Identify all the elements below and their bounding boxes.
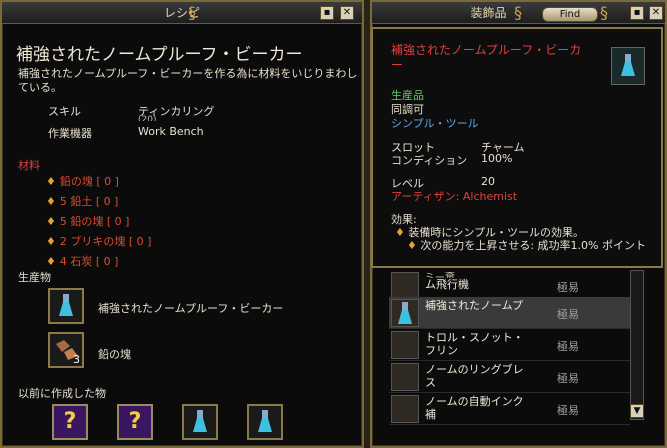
list-item[interactable]: ノームのリングブレス 極易 — [389, 361, 630, 393]
list-item[interactable]: ノームの自動インク補 極易 — [389, 393, 630, 425]
product-slot-lead[interactable]: 3 — [48, 332, 84, 368]
recipe-description: 補強されたノームプルーフ・ビーカーを作る為に材料をいじりまわしている。 — [18, 67, 358, 94]
material-item: ♦ 2 ブリキの塊 [ 0 ] — [46, 235, 152, 248]
bullet-icon: ♦ — [46, 215, 56, 228]
materials-header: 材料 — [18, 159, 40, 172]
ring-bracelet-icon — [391, 363, 419, 391]
product-name: 鉛の塊 — [98, 348, 131, 361]
skill-label: スキル — [48, 105, 81, 118]
close-button[interactable]: ✕ — [340, 6, 354, 20]
ink-device-icon — [391, 395, 419, 423]
minimize-button[interactable]: ▪ — [320, 6, 334, 20]
product-name: 補強されたノームプルーフ・ビーカー — [98, 302, 284, 315]
difficulty: 極易 — [557, 404, 579, 417]
difficulty: 極易 — [557, 340, 579, 353]
workbench-value: Work Bench — [138, 125, 204, 138]
item-tooltip: 補強されたノームプルーフ・ビーカー 生産品 同調可 シンプル・ツール スロット … — [371, 27, 663, 268]
recipe-item-name: 補強されたノームプルーフ・ビーカー — [16, 45, 303, 65]
products-header: 生産物 — [18, 271, 51, 284]
skill-level: (20) — [138, 115, 157, 121]
condition-label: コンディション — [391, 154, 468, 167]
material-item: ♦ 4 石炭 [ 0 ] — [46, 255, 119, 268]
tooltip-item-icon — [611, 47, 645, 85]
question-icon: ? — [128, 409, 142, 434]
material-item: ♦ 5 鉛土 [ 0 ] — [46, 195, 119, 208]
tag-type: シンプル・ツール — [391, 117, 479, 130]
bullet-icon: ♦ — [46, 235, 56, 248]
minimize-button[interactable]: ▪ — [630, 6, 644, 20]
list-item[interactable]: トロル・スノット・フリン 極易 — [389, 329, 630, 361]
difficulty: 極易 — [557, 372, 579, 385]
previous-slot[interactable] — [182, 404, 218, 440]
difficulty: 極易 — [557, 308, 579, 321]
snot-flinger-icon — [391, 331, 419, 359]
bullet-icon: ♦ — [407, 239, 421, 252]
bullet-icon: ♦ — [46, 255, 56, 268]
material-item: ♦ 鉛の塊 [ 0 ] — [46, 175, 119, 188]
artisan-row: アーティザン: Alchemist — [391, 190, 518, 203]
list-item[interactable]: 補強されたノームプ 極易 — [389, 297, 630, 329]
find-button[interactable]: Find — [542, 7, 598, 22]
tooltip-item-name: 補強されたノームプルーフ・ビーカー — [391, 43, 582, 72]
ornament-swirl-icon: § — [514, 3, 522, 22]
previous-header: 以前に作成した物 — [18, 387, 106, 400]
question-icon: ? — [63, 409, 77, 434]
effect-line: ♦ 次の能力を上昇させる: 成功率1.0% ポイント — [407, 239, 647, 252]
previous-slot[interactable]: ? — [117, 404, 153, 440]
product-slot-beaker[interactable] — [48, 288, 84, 324]
level-value: 20 — [481, 175, 495, 188]
product-count: 3 — [73, 353, 80, 366]
items-window-title: 装飾品 — [470, 6, 507, 20]
beaker-icon — [193, 410, 207, 432]
material-item: ♦ 5 鉛の塊 [ 0 ] — [46, 215, 130, 228]
list-scrollbar[interactable] — [630, 270, 644, 420]
bullet-icon: ♦ — [46, 195, 56, 208]
recipe-titlebar[interactable]: レシピ — [2, 2, 362, 24]
ornament-swirl-icon: § — [600, 3, 608, 22]
condition-value: 100% — [481, 152, 513, 165]
recipe-window: レシピ § ▪ ✕ 補強されたノームプルーフ・ビーカー 補強されたノームプルーフ… — [0, 0, 364, 448]
previous-slot[interactable] — [247, 404, 283, 440]
ornament-swirl-icon: § — [188, 3, 196, 22]
workbench-label: 作業機器 — [48, 127, 92, 140]
beaker-icon — [391, 299, 419, 327]
beaker-icon — [258, 410, 272, 432]
close-button[interactable]: ✕ — [649, 6, 663, 20]
beaker-icon — [59, 294, 73, 316]
previous-slot[interactable]: ? — [52, 404, 88, 440]
scroll-down-button[interactable]: ▼ — [630, 404, 644, 418]
beaker-icon — [621, 54, 635, 76]
bullet-icon: ♦ — [46, 175, 56, 188]
plane-icon — [391, 272, 419, 300]
difficulty: 極易 — [557, 281, 579, 294]
